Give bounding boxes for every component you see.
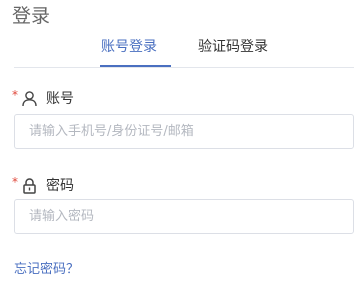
required-mark: * — [12, 88, 18, 102]
password-label-text: 密码 — [46, 178, 74, 194]
active-tab-indicator — [100, 65, 171, 67]
password-input[interactable] — [14, 199, 354, 234]
tab-code-login[interactable]: 验证码登录 — [198, 36, 268, 67]
forgot-password-link[interactable]: 忘记密码？ — [14, 261, 79, 279]
password-field-label: * 密码 — [12, 175, 74, 195]
tab-account-login[interactable]: 账号登录 — [101, 36, 157, 67]
account-field-label: * 账号 — [12, 88, 74, 108]
lock-icon — [21, 177, 38, 194]
account-label-text: 账号 — [46, 91, 74, 107]
page-title: 登录 — [12, 5, 51, 27]
login-page: 登录 账号登录 验证码登录 * 账号 * 密码 忘记密码？ — [0, 0, 363, 286]
account-input[interactable] — [14, 114, 354, 149]
user-icon — [21, 90, 38, 107]
login-tabs: 账号登录 验证码登录 — [14, 36, 354, 68]
required-mark: * — [12, 175, 18, 189]
